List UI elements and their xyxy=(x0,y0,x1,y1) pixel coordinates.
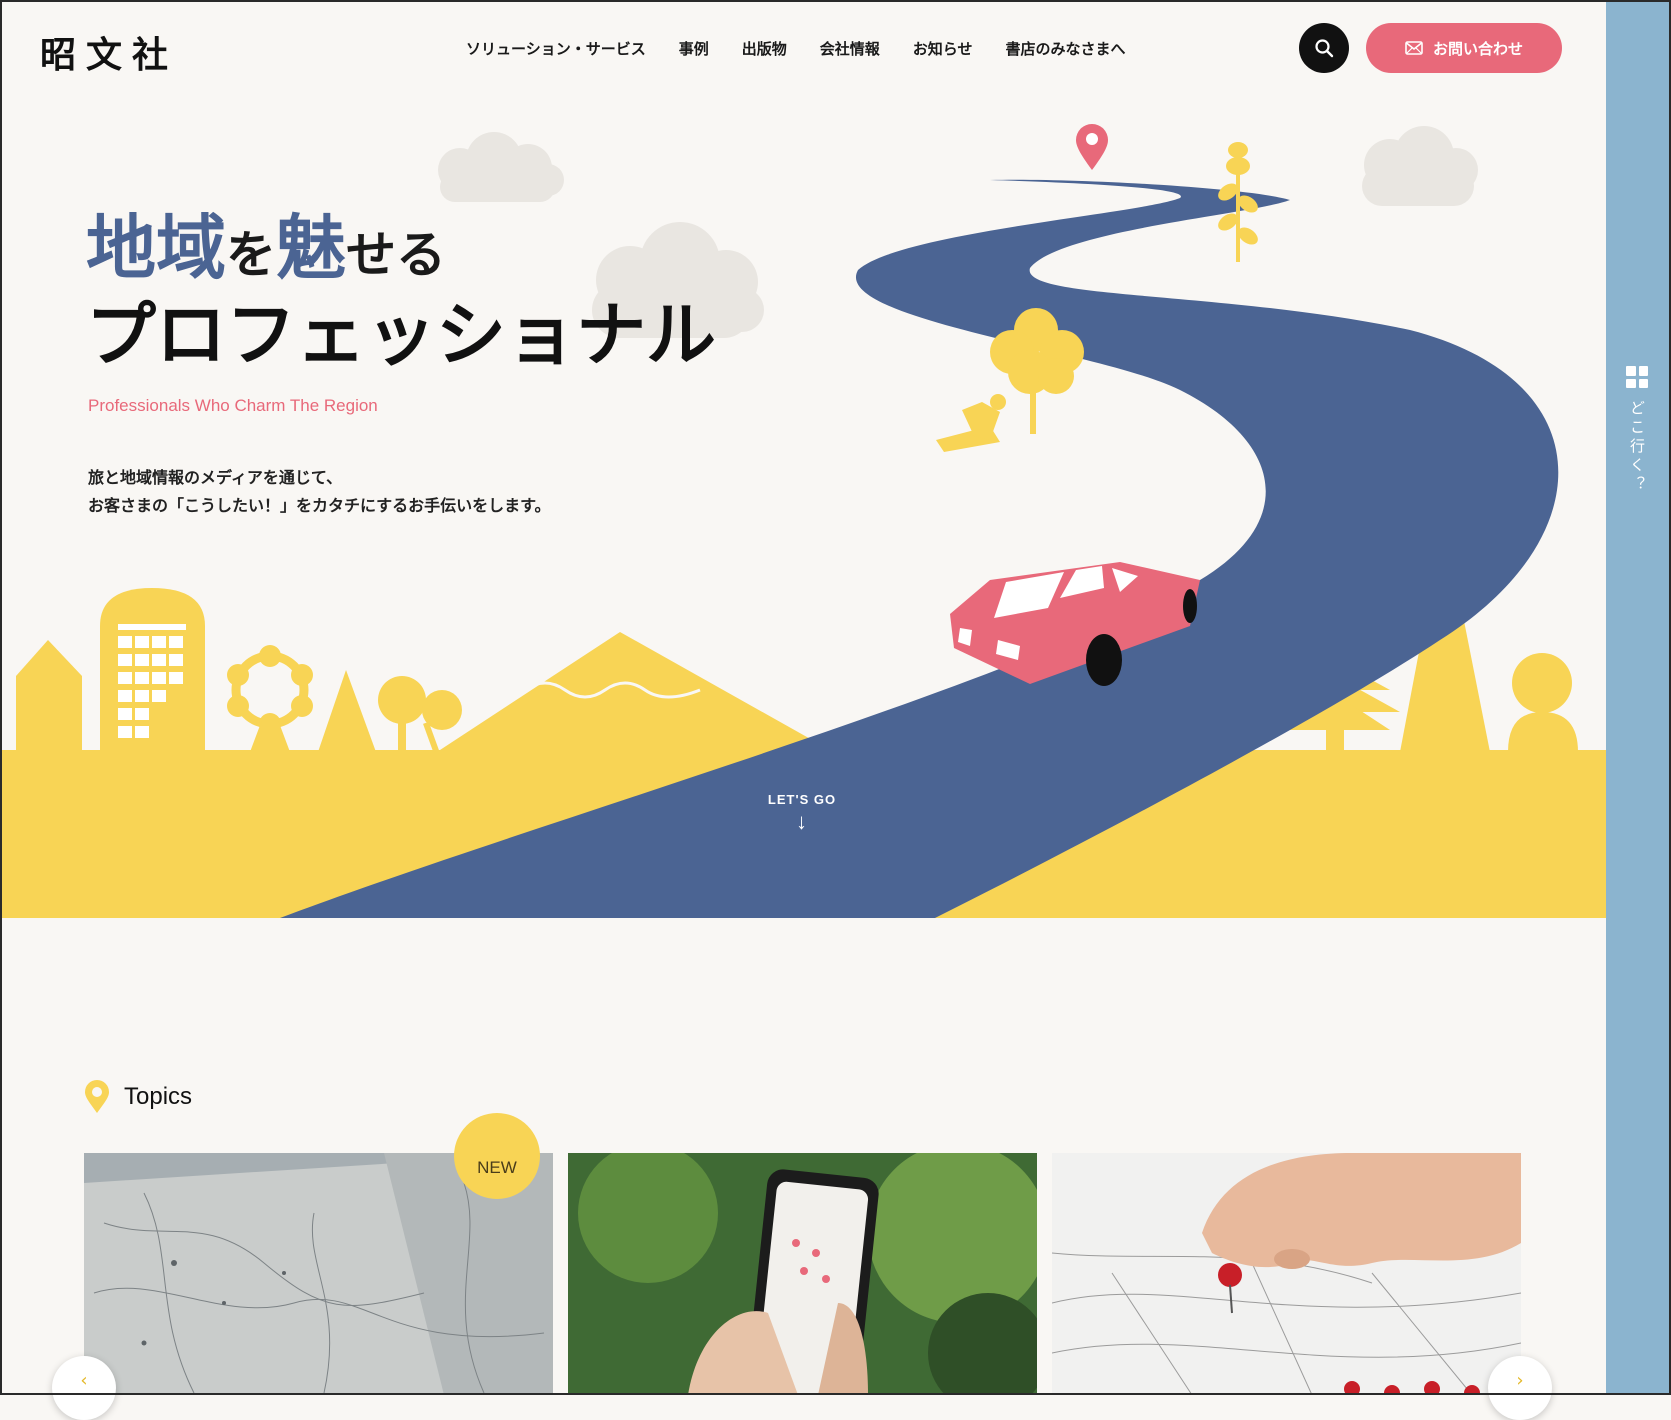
carousel-prev-button[interactable]: ‹ xyxy=(52,1356,116,1420)
round-building xyxy=(1508,653,1578,752)
hero-illustration xyxy=(0,124,1606,918)
scroll-down-link[interactable]: LET'S GO ↓ xyxy=(760,792,844,835)
carousel-next-button[interactable]: › xyxy=(1488,1356,1552,1420)
headline-word-charm: 魅 xyxy=(276,207,346,289)
smartphone-photo xyxy=(568,1153,1037,1395)
hero-subtitle: Professionals Who Charm The Region xyxy=(88,396,378,415)
topics-header: Topics xyxy=(84,1080,192,1114)
reading-person xyxy=(936,394,1006,452)
side-panel[interactable]: どこ行く？ xyxy=(1606,0,1671,1395)
pin-map-photo xyxy=(1052,1153,1521,1395)
map-pin-icon xyxy=(1076,124,1108,170)
hero-description: 旅と地域情報のメディアを通じて、 お客さまの「こうしたい！」をカタチにするお手伝… xyxy=(88,464,551,520)
chevron-left-icon: ‹ xyxy=(80,1370,88,1391)
mountain xyxy=(440,632,830,750)
house-building xyxy=(16,640,82,752)
tall-building xyxy=(100,588,205,752)
headline-particle: を xyxy=(226,226,276,284)
grid-icon xyxy=(1626,366,1648,388)
hero-description-line2: お客さまの「こうしたい！」をカタチにするお手伝いをします。 xyxy=(88,496,551,515)
ferris-wheel xyxy=(227,645,313,752)
arrow-down-icon: ↓ xyxy=(796,809,808,834)
headline-word-region: 地域 xyxy=(86,207,226,289)
topics-title: Topics xyxy=(124,1083,193,1110)
scroll-down-label: LET'S GO xyxy=(767,792,837,807)
triangle-tree xyxy=(318,670,376,752)
new-badge: NEW xyxy=(454,1113,540,1199)
topic-card-smartphone[interactable] xyxy=(568,1153,1037,1395)
hero-description-line1: 旅と地域情報のメディアを通じて、 xyxy=(88,468,343,487)
cloud xyxy=(1362,126,1478,206)
headline-suffix: せる xyxy=(346,226,446,284)
new-badge-label: NEW xyxy=(477,1158,517,1177)
round-trees xyxy=(378,676,462,753)
topic-card-pin[interactable] xyxy=(1052,1153,1521,1395)
map-pin-icon xyxy=(85,1080,109,1113)
headline-line2: プロフェッショナル xyxy=(86,293,716,376)
chevron-right-icon: › xyxy=(1516,1370,1524,1391)
cloud xyxy=(438,132,564,202)
side-panel-label: どこ行く？ xyxy=(1628,400,1646,495)
hero-headline: 地域を魅せる プロフェッショナル xyxy=(86,208,716,375)
